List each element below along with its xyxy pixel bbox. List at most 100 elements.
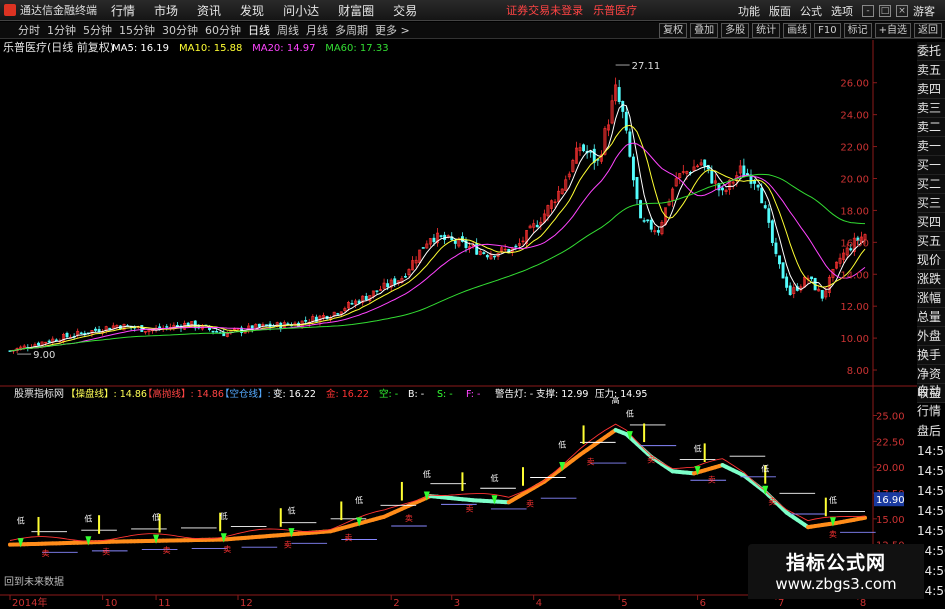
candlestick-series[interactable] [8, 77, 867, 354]
quote-label: 涨幅 [917, 289, 945, 308]
signal-bar [400, 481, 403, 501]
y-tick-label: 26.00 [840, 79, 869, 90]
candle-body [193, 320, 197, 329]
low-signal-label: 低 [829, 495, 837, 505]
menu-item[interactable]: 问小达 [283, 2, 319, 19]
sell-signal-label: 卖 [284, 540, 292, 549]
quote-label: 现价 [917, 251, 945, 270]
quote-label: 卖四 [917, 80, 945, 99]
mark-button[interactable]: 标记 [843, 23, 872, 38]
sell-signal-label: 卖 [708, 476, 716, 485]
quote-label: 涨跌 [917, 270, 945, 289]
stock-chart[interactable]: 卖卖卖卖卖卖卖卖卖卖 卖卖卖卖低低低低低低低 低低低低低低高 26.0024.002… [0, 40, 917, 609]
quote-label: 委托 [917, 42, 945, 61]
candle-body [617, 87, 621, 102]
menu-formula[interactable]: 公式 [800, 3, 822, 19]
watermark-url: www.zbgs3.com [775, 575, 897, 593]
user-label[interactable]: 游客 [913, 3, 935, 19]
tab-more[interactable]: 更多 > [375, 22, 410, 38]
sell-signal-label: 卖 [102, 547, 110, 556]
restore-rights-button[interactable]: 复权 [659, 23, 688, 38]
f10-button[interactable]: F10 [814, 23, 841, 38]
sub-legend-label: 金: 16.22 [326, 388, 369, 400]
ma-legend-label: MA10: 15.88 [179, 43, 242, 54]
menu-item[interactable]: 资讯 [197, 2, 221, 19]
candle-body [304, 320, 308, 322]
candle-body [710, 170, 714, 184]
close-button[interactable]: × [896, 4, 908, 17]
time-label: 14:50 [917, 444, 945, 458]
watermark: 指标公式网 www.zbgs3.com [748, 544, 924, 599]
time-label: 盘后 [917, 424, 942, 438]
candle-body [79, 332, 83, 335]
chart-grid [0, 40, 917, 600]
candle-body [439, 235, 443, 237]
low-signal-label: 低 [423, 469, 431, 479]
statistics-button[interactable]: 统计 [752, 23, 781, 38]
menu-function[interactable]: 功能 [738, 3, 760, 19]
signal-bar [643, 423, 646, 443]
tab-weekly[interactable]: 周线 [277, 22, 299, 38]
candle-body [760, 187, 764, 204]
candle-body [785, 276, 789, 288]
sub-legend-label: S: - [437, 389, 453, 400]
sub-legend-label: 警告灯: - [495, 388, 533, 400]
tab-timeshare[interactable]: 分时 [18, 22, 40, 38]
watermark-title: 指标公式网 [785, 552, 886, 574]
menu-layout[interactable]: 版面 [769, 3, 791, 19]
sub-legend-label: 【操盘线】: 14.86 [66, 388, 147, 400]
tab-30min[interactable]: 30分钟 [162, 22, 198, 38]
tab-monthly[interactable]: 月线 [306, 22, 328, 38]
menu-item[interactable]: 行情 [111, 2, 135, 19]
quote-label: 卖二 [917, 118, 945, 137]
indicator-panel[interactable]: 卖卖卖卖卖卖卖卖卖卖 卖卖卖卖低低低低低低低 低低低低低低高 [8, 395, 876, 558]
tab-daily[interactable]: 日线 [248, 22, 270, 38]
candle-body [621, 101, 625, 112]
low-signal-label: 低 [84, 514, 92, 524]
minimize-button[interactable]: - [862, 4, 874, 17]
x-tick-label: 2014年 [12, 596, 47, 609]
low-signal-label: 低 [287, 506, 295, 516]
sub-legend-label: B: - [408, 389, 424, 400]
maximize-button[interactable]: □ [879, 4, 891, 17]
time-label: 14:50 [917, 504, 945, 518]
multi-stock-button[interactable]: 多股 [721, 23, 750, 38]
x-tick-label: 2 [393, 598, 399, 609]
sub-legend-label: 空: - [379, 388, 398, 400]
tab-1min[interactable]: 1分钟 [47, 22, 76, 38]
sell-signal-label: 卖 [223, 545, 231, 554]
sell-signal-label: 卖 [163, 546, 171, 555]
candle-body [721, 187, 724, 191]
trade-login-notice[interactable]: 证券交易未登录 [506, 2, 583, 18]
menu-item[interactable]: 市场 [154, 2, 178, 19]
draw-line-button[interactable]: 画线 [783, 23, 812, 38]
menu-item[interactable]: 交易 [393, 2, 417, 19]
signal-bar [98, 515, 101, 534]
app-logo-icon [4, 4, 16, 16]
overlay-button[interactable]: 叠加 [690, 23, 719, 38]
back-button[interactable]: 返回 [914, 23, 942, 38]
low-signal-label: 低 [220, 511, 228, 521]
quote-label: 换手 [917, 346, 945, 365]
tab-5min[interactable]: 5分钟 [83, 22, 112, 38]
signal-bar [461, 472, 464, 491]
tab-multi-period[interactable]: 多周期 [335, 22, 368, 38]
x-tick-label: 7 [778, 598, 784, 609]
signal-bar [582, 425, 585, 445]
high-label: 27.11 [632, 61, 661, 72]
y-tick-label: 10.00 [840, 334, 869, 345]
candle-body [624, 111, 628, 131]
tab-60min[interactable]: 60分钟 [205, 22, 241, 38]
menu-options[interactable]: 选项 [831, 3, 853, 19]
low-signal-label: 低 [355, 495, 363, 505]
add-watchlist-button[interactable]: +自选 [874, 23, 911, 38]
menu-item[interactable]: 发现 [240, 2, 264, 19]
menu-item[interactable]: 财富圈 [338, 2, 374, 19]
x-tick-label: 3 [454, 598, 460, 609]
candle-body [592, 148, 596, 163]
stock-name: 乐普医疗 [593, 4, 638, 17]
tab-15min[interactable]: 15分钟 [119, 22, 155, 38]
quote-label: 总量 [917, 308, 945, 327]
low-label: 9.00 [33, 350, 55, 361]
time-label: 自动 [917, 384, 942, 398]
